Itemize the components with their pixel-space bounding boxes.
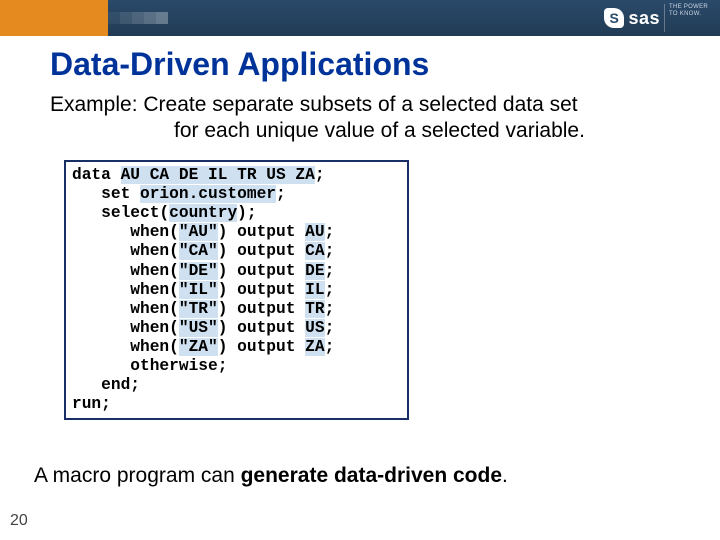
slide: Ssas THE POWER TO KNOW. Data-Driven Appl… bbox=[0, 0, 720, 540]
code-text: ; bbox=[325, 223, 335, 241]
code-text: ) output bbox=[218, 319, 305, 337]
footer-pre: A macro program can bbox=[34, 464, 241, 487]
page-number: 20 bbox=[10, 512, 28, 530]
code-highlight: IL bbox=[305, 281, 324, 299]
footer-sentence: A macro program can generate data-driven… bbox=[34, 464, 508, 488]
code-text: ; bbox=[325, 300, 335, 318]
code-highlight: AU bbox=[305, 223, 324, 241]
code-text: ; bbox=[315, 166, 325, 184]
code-highlight: orion.customer bbox=[140, 185, 276, 203]
code-text: when( bbox=[72, 319, 179, 337]
sas-tagline: THE POWER TO KNOW. bbox=[664, 4, 714, 32]
code-text: when( bbox=[72, 338, 179, 356]
footer-bold: generate data-driven code bbox=[241, 464, 502, 487]
code-text: data bbox=[72, 166, 121, 184]
code-highlight: US bbox=[305, 319, 324, 337]
example-line-2: for each unique value of a selected vari… bbox=[50, 118, 670, 144]
code-highlight: "AU" bbox=[179, 223, 218, 241]
code-text: ) output bbox=[218, 338, 305, 356]
code-text: select( bbox=[72, 204, 169, 222]
footer-post: . bbox=[502, 464, 508, 487]
code-text: ; bbox=[325, 242, 335, 260]
code-text: ; bbox=[325, 319, 335, 337]
decorative-squares bbox=[108, 12, 168, 24]
slide-title: Data-Driven Applications bbox=[50, 46, 429, 83]
top-bar: Ssas THE POWER TO KNOW. bbox=[0, 0, 720, 36]
code-text: ; bbox=[325, 262, 335, 280]
code-text: otherwise; bbox=[72, 357, 227, 375]
example-text: Example: Create separate subsets of a se… bbox=[50, 92, 670, 145]
accent-block bbox=[0, 0, 108, 36]
code-highlight: "ZA" bbox=[179, 338, 218, 356]
code-text: when( bbox=[72, 223, 179, 241]
sas-logo: Ssas bbox=[604, 6, 660, 30]
code-text: ; bbox=[325, 338, 335, 356]
code-text: ) output bbox=[218, 300, 305, 318]
code-highlight: DE bbox=[305, 262, 324, 280]
code-text: ) output bbox=[218, 262, 305, 280]
sas-logo-mark: S bbox=[604, 8, 624, 28]
code-highlight: "DE" bbox=[179, 262, 218, 280]
code-text: ) output bbox=[218, 281, 305, 299]
code-text: ) output bbox=[218, 242, 305, 260]
code-text: run; bbox=[72, 395, 111, 413]
code-highlight: "US" bbox=[179, 319, 218, 337]
code-text: set bbox=[72, 185, 140, 203]
code-highlight: "IL" bbox=[179, 281, 218, 299]
code-highlight: TR bbox=[305, 300, 324, 318]
code-text: when( bbox=[72, 300, 179, 318]
code-text: ; bbox=[276, 185, 286, 203]
code-text: ); bbox=[237, 204, 256, 222]
code-text: when( bbox=[72, 262, 179, 280]
sas-logo-text: sas bbox=[628, 8, 660, 29]
code-text: when( bbox=[72, 281, 179, 299]
code-highlight: AU CA DE IL TR US ZA bbox=[121, 166, 315, 184]
code-highlight: CA bbox=[305, 242, 324, 260]
code-text: end; bbox=[72, 376, 140, 394]
code-highlight: ZA bbox=[305, 338, 324, 356]
example-line-1: Example: Create separate subsets of a se… bbox=[50, 93, 578, 116]
code-box: data AU CA DE IL TR US ZA; set orion.cus… bbox=[64, 160, 409, 420]
code-text: ; bbox=[325, 281, 335, 299]
code-text: ) output bbox=[218, 223, 305, 241]
code-highlight: "TR" bbox=[179, 300, 218, 318]
code-text: when( bbox=[72, 242, 179, 260]
code-highlight: country bbox=[169, 204, 237, 222]
code-highlight: "CA" bbox=[179, 242, 218, 260]
